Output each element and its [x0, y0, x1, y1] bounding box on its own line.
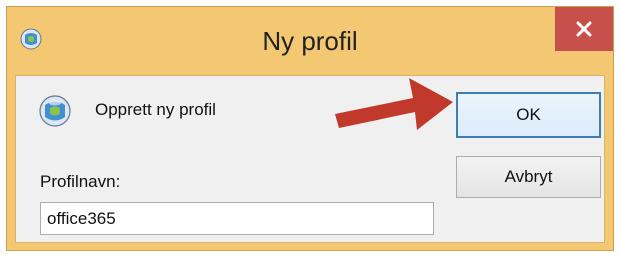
close-button[interactable] [555, 7, 613, 51]
title-bar[interactable]: Ny profil [7, 7, 613, 75]
dialog-content: Opprett ny profil OK Avbryt Profilnavn: [15, 75, 605, 243]
dialog-window: Ny profil Opprett ny profil OK Avbryt Pr… [6, 6, 614, 251]
dialog-heading: Opprett ny profil [95, 100, 216, 119]
window-title: Ny profil [262, 26, 358, 56]
ok-button[interactable]: OK [456, 92, 601, 138]
cancel-button[interactable]: Avbryt [456, 156, 601, 198]
profile-name-label: Profilnavn: [40, 172, 121, 191]
close-x-icon [576, 21, 592, 37]
profile-name-input[interactable] [40, 202, 434, 235]
red-arrow-pointer-icon [335, 78, 453, 130]
outlook-mail-globe-icon [39, 95, 71, 127]
